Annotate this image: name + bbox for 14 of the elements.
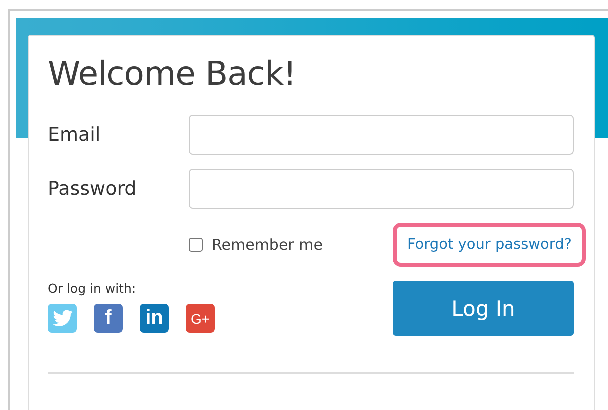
remember-label: Remember me bbox=[212, 236, 323, 254]
input-field[interactable] bbox=[189, 115, 574, 155]
login-button[interactable]: Log In bbox=[393, 281, 574, 336]
in-letters-icon[interactable]: in bbox=[140, 304, 169, 333]
field-label: Password bbox=[48, 178, 138, 200]
remember-checkbox[interactable] bbox=[189, 238, 203, 252]
page-title: Welcome Back! bbox=[48, 54, 298, 93]
f-letter-icon[interactable]: f bbox=[94, 304, 123, 333]
forgot-password-link[interactable]: Forgot your password? bbox=[393, 223, 586, 267]
g-plus-icon[interactable]: G+ bbox=[186, 304, 215, 333]
bird-icon[interactable] bbox=[48, 304, 77, 333]
field-label: Email bbox=[48, 124, 102, 146]
social-login-label: Or log in with: bbox=[48, 281, 138, 296]
input-field[interactable] bbox=[189, 169, 574, 209]
